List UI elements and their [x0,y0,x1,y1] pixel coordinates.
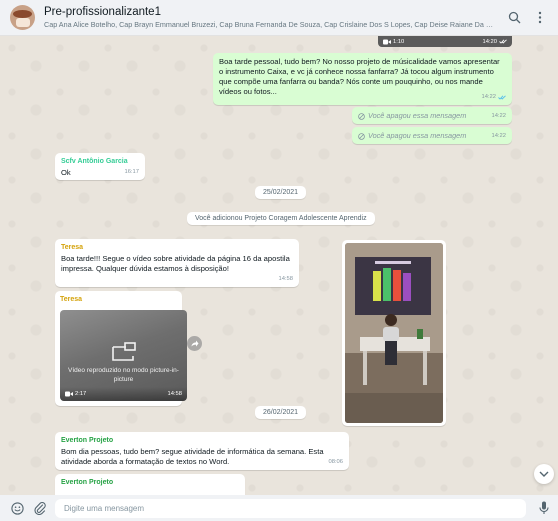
read-check-icon [498,94,506,100]
blocked-icon [358,132,365,140]
sender-name: Teresa [61,244,84,251]
video-message-partial[interactable]: 1:10 14:20 [378,36,512,47]
date-divider: 25/02/2021 [255,186,307,199]
chat-header[interactable]: Pre-profissionalizante1 Cap Ana Alice Bo… [0,0,558,36]
deleted-message[interactable]: Você apagou essa mensagem 14:22 [352,107,512,124]
group-name: Pre-profissionalizante1 [44,6,161,18]
group-avatar[interactable] [10,5,35,30]
scroll-down-button[interactable] [534,464,554,484]
message-time: 08:06 [328,459,343,465]
emoji-icon[interactable] [11,502,24,517]
search-icon[interactable] [508,11,521,26]
incoming-video-message[interactable]: Teresa Vídeo reproduzido no modo picture… [55,291,187,406]
sender-name: Teresa [60,296,83,303]
incoming-message[interactable]: Everton Projeto [55,474,245,495]
message-input[interactable] [55,499,526,518]
message-time: 14:22 [491,133,506,139]
message-time: 14:22 [481,92,506,102]
sender-name: Scfv Antônio Garcia [61,158,128,165]
sender-name: Everton Projeto [61,437,114,444]
microphone-icon[interactable] [539,501,549,517]
menu-icon[interactable] [537,11,543,26]
header-text[interactable]: Pre-profissionalizante1 Cap Ana Alice Bo… [44,6,494,29]
incoming-message[interactable]: Scfv Antônio Garcia Ok 16:17 [55,153,145,180]
message-time: 14:22 [491,113,506,119]
message-text: Bom dia pessoas, tudo bem? segue ativida… [61,447,324,466]
video-time: 14:58 [167,391,182,397]
blocked-icon [358,112,365,120]
video-duration: 1:10 [393,38,405,45]
chat-area[interactable]: 1:10 14:20 Boa tarde pessoal, tudo bem? … [0,36,558,495]
system-message: Você adicionou Projeto Coragem Adolescen… [187,212,375,225]
date-divider: 26/02/2021 [255,406,307,419]
outgoing-message[interactable]: Boa tarde pessoal, tudo bem? No nosso pr… [213,53,512,105]
composer [0,495,558,521]
video-duration: 2:17 [75,391,87,397]
deleted-message[interactable]: Você apagou essa mensagem 14:22 [352,127,512,144]
message-text: Boa tarde pessoal, tudo bem? No nosso pr… [219,57,500,96]
video-camera-icon [65,391,73,397]
picture-in-picture-icon [112,342,136,361]
incoming-image-message[interactable] [342,240,446,426]
deleted-text: Você apagou essa mensagem [368,111,467,120]
forward-button[interactable] [187,336,202,351]
video-info: 2:17 14:58 [60,387,187,401]
incoming-message[interactable]: Everton Projeto Bom dia pessoas, tudo be… [55,432,349,470]
video-time: 14:20 [482,38,497,45]
message-time: 14:58 [278,276,293,282]
forward-icon [191,340,198,347]
read-check-icon [499,39,507,44]
message-text: Boa tarde!!! Segue o vídeo sobre ativida… [61,254,290,273]
pip-label: Vídeo reproduzido no modo picture-in-pic… [68,367,179,383]
deleted-text: Você apagou essa mensagem [368,131,467,140]
video-camera-icon [383,39,391,44]
sender-name: Everton Projeto [61,479,114,486]
attach-icon[interactable] [34,501,46,517]
image-thumbnail[interactable] [345,243,443,423]
video-thumbnail[interactable]: Vídeo reproduzido no modo picture-in-pic… [60,310,187,401]
chevron-down-icon [539,471,549,477]
message-time: 16:17 [124,169,139,175]
incoming-message[interactable]: Teresa Boa tarde!!! Segue o vídeo sobre … [55,239,299,287]
participants-list: Cap Ana Alice Botelho, Cap Brayn Emmanue… [44,20,494,29]
